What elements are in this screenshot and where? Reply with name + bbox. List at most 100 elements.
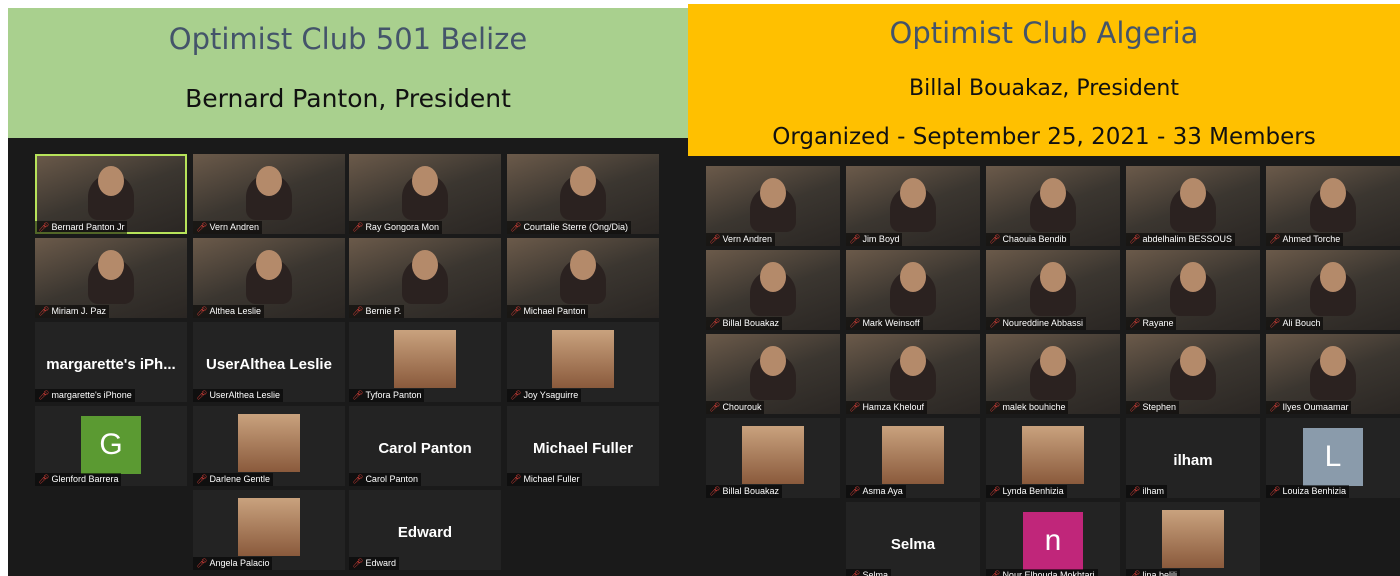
participant-tile[interactable]: L 🎤︎ Louiza Benhizia bbox=[1266, 418, 1400, 498]
participant-video bbox=[1320, 178, 1346, 208]
mic-muted-icon: 🎤︎ bbox=[989, 402, 1001, 412]
participant-tile[interactable]: ilham 🎤︎ ilham bbox=[1126, 418, 1260, 498]
participant-tile[interactable]: 🎤︎ Stephen bbox=[1126, 334, 1260, 414]
participant-name: UserAlthea Leslie bbox=[209, 390, 280, 400]
mic-muted-icon: 🎤︎ bbox=[1269, 318, 1281, 328]
participant-tile[interactable]: 🎤︎ Chourouk bbox=[706, 334, 840, 414]
participant-name-tag: 🎤︎ Stephen bbox=[1126, 401, 1179, 414]
mic-muted-icon: 🎤︎ bbox=[849, 402, 861, 412]
participant-tile[interactable]: 🎤︎ Ray Gongora Mon bbox=[349, 154, 501, 234]
participant-name-tag: 🎤︎ Glenford Barrera bbox=[35, 473, 122, 486]
participant-tile[interactable]: 🎤︎ Noureddine Abbassi bbox=[986, 250, 1120, 330]
mic-muted-icon: 🎤︎ bbox=[1129, 486, 1141, 496]
mic-muted-icon: 🎤︎ bbox=[1129, 402, 1141, 412]
profile-photo bbox=[552, 330, 614, 388]
mic-muted-icon: 🎤︎ bbox=[1269, 402, 1281, 412]
participant-tile[interactable]: 🎤︎ abdelhalim BESSOUS bbox=[1126, 166, 1260, 246]
mic-muted-icon: 🎤︎ bbox=[38, 306, 50, 316]
participant-tile[interactable]: 🎤︎ Vern Andren bbox=[706, 166, 840, 246]
participant-tile[interactable]: 🎤︎ Courtalie Sterre (Ong/Dia) bbox=[507, 154, 659, 234]
participant-name-tag: 🎤︎ Hamza Khelouf bbox=[846, 401, 927, 414]
participant-tile[interactable]: 🎤︎ Tyfora Panton bbox=[349, 322, 501, 402]
participant-tile[interactable]: 🎤︎ Bernard Panton Jr bbox=[35, 154, 187, 234]
participant-tile[interactable]: 🎤︎ Hamza Khelouf bbox=[846, 334, 980, 414]
participant-tile[interactable]: 🎤︎ Miriam J. Paz bbox=[35, 238, 187, 318]
participant-name-tag: 🎤︎ Chaouia Bendib bbox=[986, 233, 1070, 246]
participant-tile[interactable]: Carol Panton 🎤︎ Carol Panton bbox=[349, 406, 501, 486]
mic-muted-icon: 🎤︎ bbox=[709, 318, 721, 328]
participant-tile[interactable]: 🎤︎ Asma Aya bbox=[846, 418, 980, 498]
participant-tile[interactable]: 🎤︎ Lynda Benhizia bbox=[986, 418, 1120, 498]
participant-tile[interactable]: 🎤︎ Jim Boyd bbox=[846, 166, 980, 246]
participant-name-tag: 🎤︎ Louiza Benhizia bbox=[1266, 485, 1349, 498]
participant-video bbox=[760, 262, 786, 292]
participant-name-tag: 🎤︎ Bernie P. bbox=[349, 305, 405, 318]
participant-name-tag: 🎤︎ Jim Boyd bbox=[846, 233, 903, 246]
zoom-gallery: 🎤︎ Bernard Panton Jr 🎤︎ Vern Andren 🎤︎ Ray Go… bbox=[8, 138, 688, 576]
mic-muted-icon: 🎤︎ bbox=[38, 474, 50, 484]
participant-tile[interactable]: 🎤︎ Joy Ysaguirre bbox=[507, 322, 659, 402]
participant-name: Ali Bouch bbox=[1282, 318, 1321, 328]
participant-name: Rayane bbox=[1142, 318, 1174, 328]
participant-tile[interactable]: UserAlthea Leslie 🎤︎ UserAlthea Leslie bbox=[193, 322, 345, 402]
participant-tile[interactable]: margarette's iPh... 🎤︎ margarette's iPhone bbox=[35, 322, 187, 402]
participant-tile[interactable]: 🎤︎ Chaouia Bendib bbox=[986, 166, 1120, 246]
participant-tile[interactable]: 🎤︎ Ilyes Oumaamar bbox=[1266, 334, 1400, 414]
participant-tile[interactable]: 🎤︎ Ali Bouch bbox=[1266, 250, 1400, 330]
mic-muted-icon: 🎤︎ bbox=[849, 570, 861, 576]
participant-name-tag: 🎤︎ Bernard Panton Jr bbox=[35, 221, 128, 234]
mic-muted-icon: 🎤︎ bbox=[849, 486, 861, 496]
participant-tile[interactable]: 🎤︎ Ahmed Torche bbox=[1266, 166, 1400, 246]
participant-name-tag: 🎤︎ Courtalie Sterre (Ong/Dia) bbox=[507, 221, 631, 234]
participant-tile[interactable]: 🎤︎ Bernie P. bbox=[349, 238, 501, 318]
participant-video bbox=[1320, 346, 1346, 376]
participant-tile[interactable]: 🎤︎ Billal Bouakaz bbox=[706, 250, 840, 330]
participant-tile[interactable]: G 🎤︎ Glenford Barrera bbox=[35, 406, 187, 486]
participant-tile[interactable]: 🎤︎ malek bouhiche bbox=[986, 334, 1120, 414]
mic-muted-icon: 🎤︎ bbox=[1269, 486, 1281, 496]
participant-tile[interactable]: Selma 🎤︎ Selma bbox=[846, 502, 980, 576]
participant-tile[interactable]: Edward 🎤︎ Edward bbox=[349, 490, 501, 570]
participant-tile[interactable]: 🎤︎ Angela Palacio bbox=[193, 490, 345, 570]
participant-name-tag: 🎤︎ Ali Bouch bbox=[1266, 317, 1324, 330]
mic-muted-icon: 🎤︎ bbox=[849, 234, 861, 244]
participant-tile[interactable]: 🎤︎ Vern Andren bbox=[193, 154, 345, 234]
profile-photo bbox=[394, 330, 456, 388]
participant-tile[interactable]: 🎤︎ Billal Bouakaz bbox=[706, 418, 840, 498]
participant-name: abdelhalim BESSOUS bbox=[1142, 234, 1232, 244]
profile-photo bbox=[238, 414, 300, 472]
participant-name-tag: 🎤︎ malek bouhiche bbox=[986, 401, 1069, 414]
participant-name: Ray Gongora Mon bbox=[365, 222, 439, 232]
mic-muted-icon: 🎤︎ bbox=[196, 390, 208, 400]
participant-video bbox=[900, 346, 926, 376]
participant-tile[interactable]: 🎤︎ Darlene Gentle bbox=[193, 406, 345, 486]
participant-name-tag: 🎤︎ Carol Panton bbox=[349, 473, 421, 486]
mic-muted-icon: 🎤︎ bbox=[1129, 570, 1141, 576]
club-title: Optimist Club Algeria bbox=[889, 16, 1199, 50]
participant-tile[interactable]: 🎤︎ Mark Weinsoff bbox=[846, 250, 980, 330]
mic-muted-icon: 🎤︎ bbox=[989, 234, 1001, 244]
profile-photo bbox=[238, 498, 300, 556]
participant-tile[interactable]: 🎤︎ Rayane bbox=[1126, 250, 1260, 330]
participant-name-tag: 🎤︎ Ilyes Oumaamar bbox=[1266, 401, 1352, 414]
mic-muted-icon: 🎤︎ bbox=[352, 390, 364, 400]
belize-panel: Optimist Club 501 Belize Bernard Panton,… bbox=[8, 0, 688, 576]
participant-video bbox=[760, 346, 786, 376]
participant-tile[interactable]: 🎤︎ Althea Leslie bbox=[193, 238, 345, 318]
participant-video bbox=[1320, 262, 1346, 292]
participant-name: Noureddine Abbassi bbox=[1002, 318, 1083, 328]
mic-muted-icon: 🎤︎ bbox=[1269, 234, 1281, 244]
participant-name: Joy Ysaguirre bbox=[523, 390, 579, 400]
participant-tile[interactable]: n 🎤︎ Nour Elhouda Mokhtari bbox=[986, 502, 1120, 576]
participant-name: Angela Palacio bbox=[209, 558, 270, 568]
participant-name-tag: 🎤︎ Tyfora Panton bbox=[349, 389, 425, 402]
participant-tile[interactable]: 🎤︎ lina belili bbox=[1126, 502, 1260, 576]
participant-tile[interactable]: Michael Fuller 🎤︎ Michael Fuller bbox=[507, 406, 659, 486]
mic-muted-icon: 🎤︎ bbox=[38, 222, 50, 232]
participant-tile[interactable]: 🎤︎ Michael Panton bbox=[507, 238, 659, 318]
participant-name-tag: 🎤︎ Joy Ysaguirre bbox=[507, 389, 582, 402]
participant-name: Selma bbox=[862, 570, 888, 576]
participant-name-tag: 🎤︎ Michael Panton bbox=[507, 305, 589, 318]
participant-name-tag: 🎤︎ ilham bbox=[1126, 485, 1167, 498]
mic-muted-icon: 🎤︎ bbox=[1129, 234, 1141, 244]
